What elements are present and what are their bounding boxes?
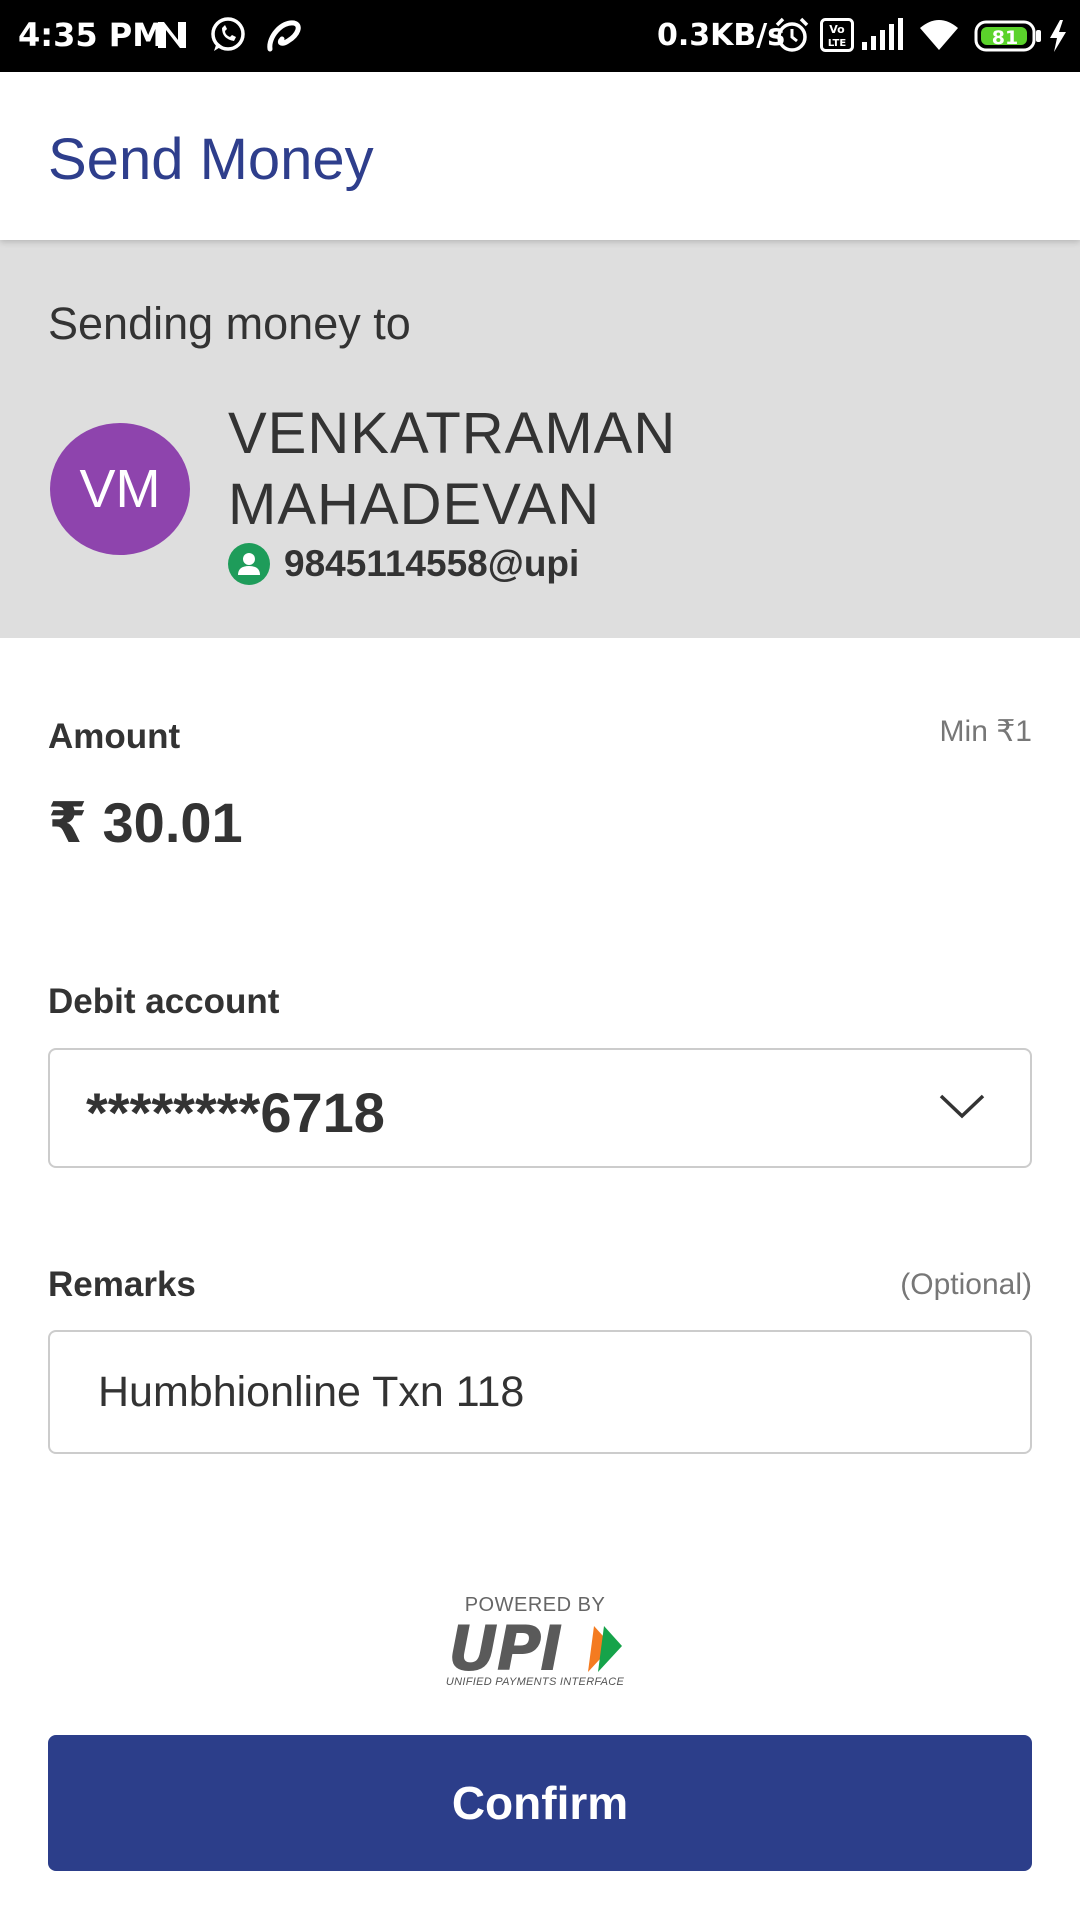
- optional-hint: (Optional): [900, 1268, 1032, 1301]
- remarks-input[interactable]: [98, 1332, 998, 1452]
- avatar-initials: VM: [79, 459, 161, 519]
- app-bar: Send Money: [0, 72, 1080, 240]
- alarm-icon: [774, 16, 810, 59]
- upi-wordmark: UPI: [448, 1616, 622, 1678]
- airtel-icon: [264, 15, 304, 60]
- status-time: 4:35 PM: [18, 16, 165, 54]
- min-amount-hint: Min ₹1: [939, 715, 1032, 748]
- confirm-button-label: Confirm: [451, 1777, 629, 1829]
- sending-money-to-label: Sending money to: [48, 298, 411, 349]
- signal-icon: [860, 18, 904, 57]
- remarks-label: Remarks: [48, 1265, 196, 1304]
- recipient-section: Sending money to VM VENKATRAMAN MAHADEVA…: [0, 240, 1080, 638]
- svg-text:LTE: LTE: [828, 38, 847, 49]
- amount-value: ₹ 30.01: [48, 791, 243, 854]
- remarks-field[interactable]: [48, 1330, 1032, 1454]
- svg-text:Vo: Vo: [829, 23, 845, 36]
- payee-name: VENKATRAMAN MAHADEVAN: [228, 401, 677, 537]
- avatar: VM: [50, 423, 190, 555]
- volte-icon: Vo LTE: [820, 18, 854, 57]
- battery-icon: 81: [974, 20, 1042, 57]
- send-money-screen: 4:35 PM 0.3KB/s Vo LTE 81 Send Money Sen…: [0, 0, 1080, 1920]
- page-title: Send Money: [48, 127, 374, 192]
- status-bar: 4:35 PM 0.3KB/s Vo LTE 81: [0, 0, 1080, 72]
- upi-tagline: UNIFIED PAYMENTS INTERFACE: [445, 1676, 625, 1688]
- debit-account-select[interactable]: ********6718: [48, 1048, 1032, 1168]
- confirm-button[interactable]: Confirm: [48, 1735, 1032, 1871]
- charging-icon: [1046, 18, 1070, 59]
- wifi-icon: [916, 16, 962, 57]
- debit-account-value: ********6718: [86, 1081, 385, 1144]
- vpa-row: 9845114558@upi: [228, 542, 579, 586]
- amount-label: Amount: [48, 717, 181, 756]
- network-speed: 0.3KB/s: [657, 18, 786, 53]
- chevron-down-icon[interactable]: [938, 1092, 986, 1127]
- upi-logo: POWERED BY UPI UNIFIED PAYMENTS INTERFAC…: [440, 1590, 640, 1690]
- debit-account-label: Debit account: [48, 982, 280, 1021]
- payee-vpa: 9845114558@upi: [284, 543, 580, 584]
- whatsapp-icon: [208, 15, 248, 60]
- n-notification-icon: [156, 20, 190, 55]
- verified-user-icon: [228, 543, 270, 585]
- upi-wordmark-text: UPI: [448, 1616, 562, 1678]
- battery-level-text: 81: [992, 27, 1018, 49]
- powered-by-label: POWERED BY: [464, 1594, 606, 1616]
